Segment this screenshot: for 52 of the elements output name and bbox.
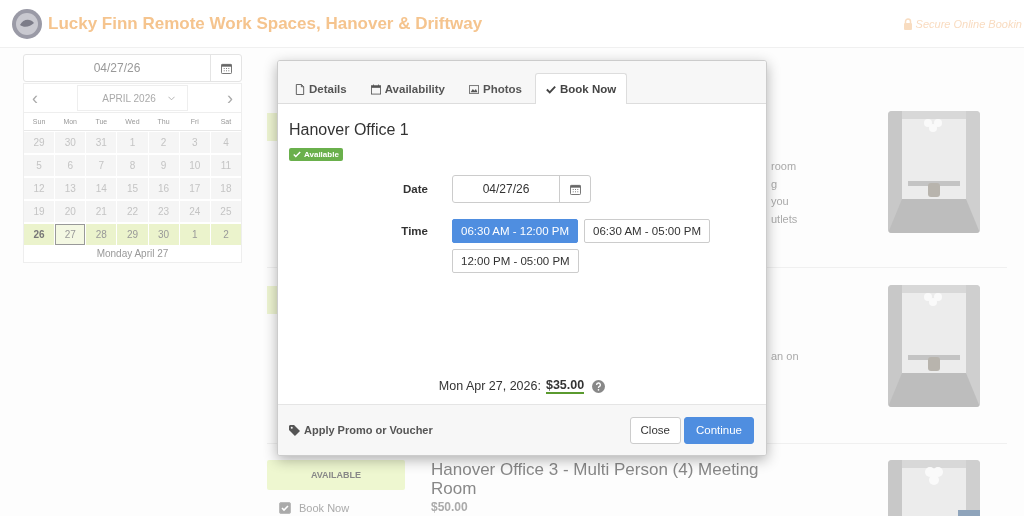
calendar-day[interactable]: 1 [179, 224, 210, 245]
chevron-icon [167, 95, 175, 101]
tab[interactable]: Details [284, 73, 358, 104]
month-dropdown[interactable]: APRIL 2026 [77, 85, 188, 111]
time-label: Time [400, 224, 429, 237]
book-now-checkbox[interactable] [279, 502, 291, 514]
calendar-day[interactable]: 28 [86, 224, 117, 245]
book-now-label: Book Now [299, 502, 350, 514]
next-month-button[interactable]: › [219, 89, 241, 107]
calendar-day[interactable]: 27 [55, 224, 86, 245]
checkmark-icon [546, 83, 556, 95]
description-fragment: g [771, 176, 779, 192]
description-fragment: you [771, 194, 790, 209]
help-icon[interactable] [592, 379, 606, 393]
selected-date-label: Monday April 27 [95, 247, 170, 261]
tag-icon [289, 424, 300, 436]
calendar-day[interactable]: 26 [24, 224, 55, 245]
image-icon [469, 83, 479, 95]
listing-title: Hanover Office 3 - Multi Person (4) Meeting Room [430, 460, 760, 498]
calendar-icon [370, 83, 381, 95]
calendar-day[interactable]: 30 [148, 224, 179, 245]
description-fragment: room [771, 159, 798, 174]
time-slot-button[interactable]: 12:00 PM - 05:00 PM [452, 249, 579, 273]
tab[interactable]: Availability [359, 73, 456, 104]
document-icon [295, 83, 305, 95]
time-slot-button[interactable]: 06:30 AM - 12:00 PM [452, 219, 579, 243]
time-slot-button[interactable]: 06:30 AM - 05:00 PM [584, 219, 711, 243]
tab[interactable]: Book Now [535, 73, 628, 104]
continue-button[interactable]: Continue [683, 416, 754, 444]
lock-icon [902, 17, 913, 30]
previous-month-button[interactable]: ‹ [24, 89, 46, 107]
date-label: Date [402, 182, 429, 195]
date-field[interactable]: 04/27/26 [23, 54, 242, 82]
listing-price: $50.00 [430, 500, 469, 514]
tab[interactable]: Photos [458, 73, 533, 104]
calendar-day[interactable]: 2 [210, 224, 241, 245]
room-title: Hanover Office 1 [289, 121, 410, 139]
calendar-day[interactable]: 29 [117, 224, 148, 245]
description-fragment: an on [771, 349, 800, 364]
secure-booking-label: Secure Online Bookin [915, 17, 1022, 30]
site-title: Lucky Finn Remote Work Spaces, Hanover & Driftway [48, 13, 483, 34]
close-button[interactable]: Close [629, 416, 681, 444]
price-amount: $35.00 [545, 378, 585, 394]
calendar-icon [220, 62, 232, 74]
available-badge: Available [289, 148, 343, 161]
price-date: Mon Apr 27, 2026: [438, 379, 541, 393]
description-fragment: utlets [771, 211, 799, 227]
availability-badge: AVAILABLE [267, 460, 405, 490]
logo-icon [11, 7, 43, 40]
promo-link[interactable]: Apply Promo or Voucher [289, 424, 433, 436]
calendar-icon [569, 183, 581, 195]
date-field[interactable]: 04/27/26 [452, 175, 591, 203]
